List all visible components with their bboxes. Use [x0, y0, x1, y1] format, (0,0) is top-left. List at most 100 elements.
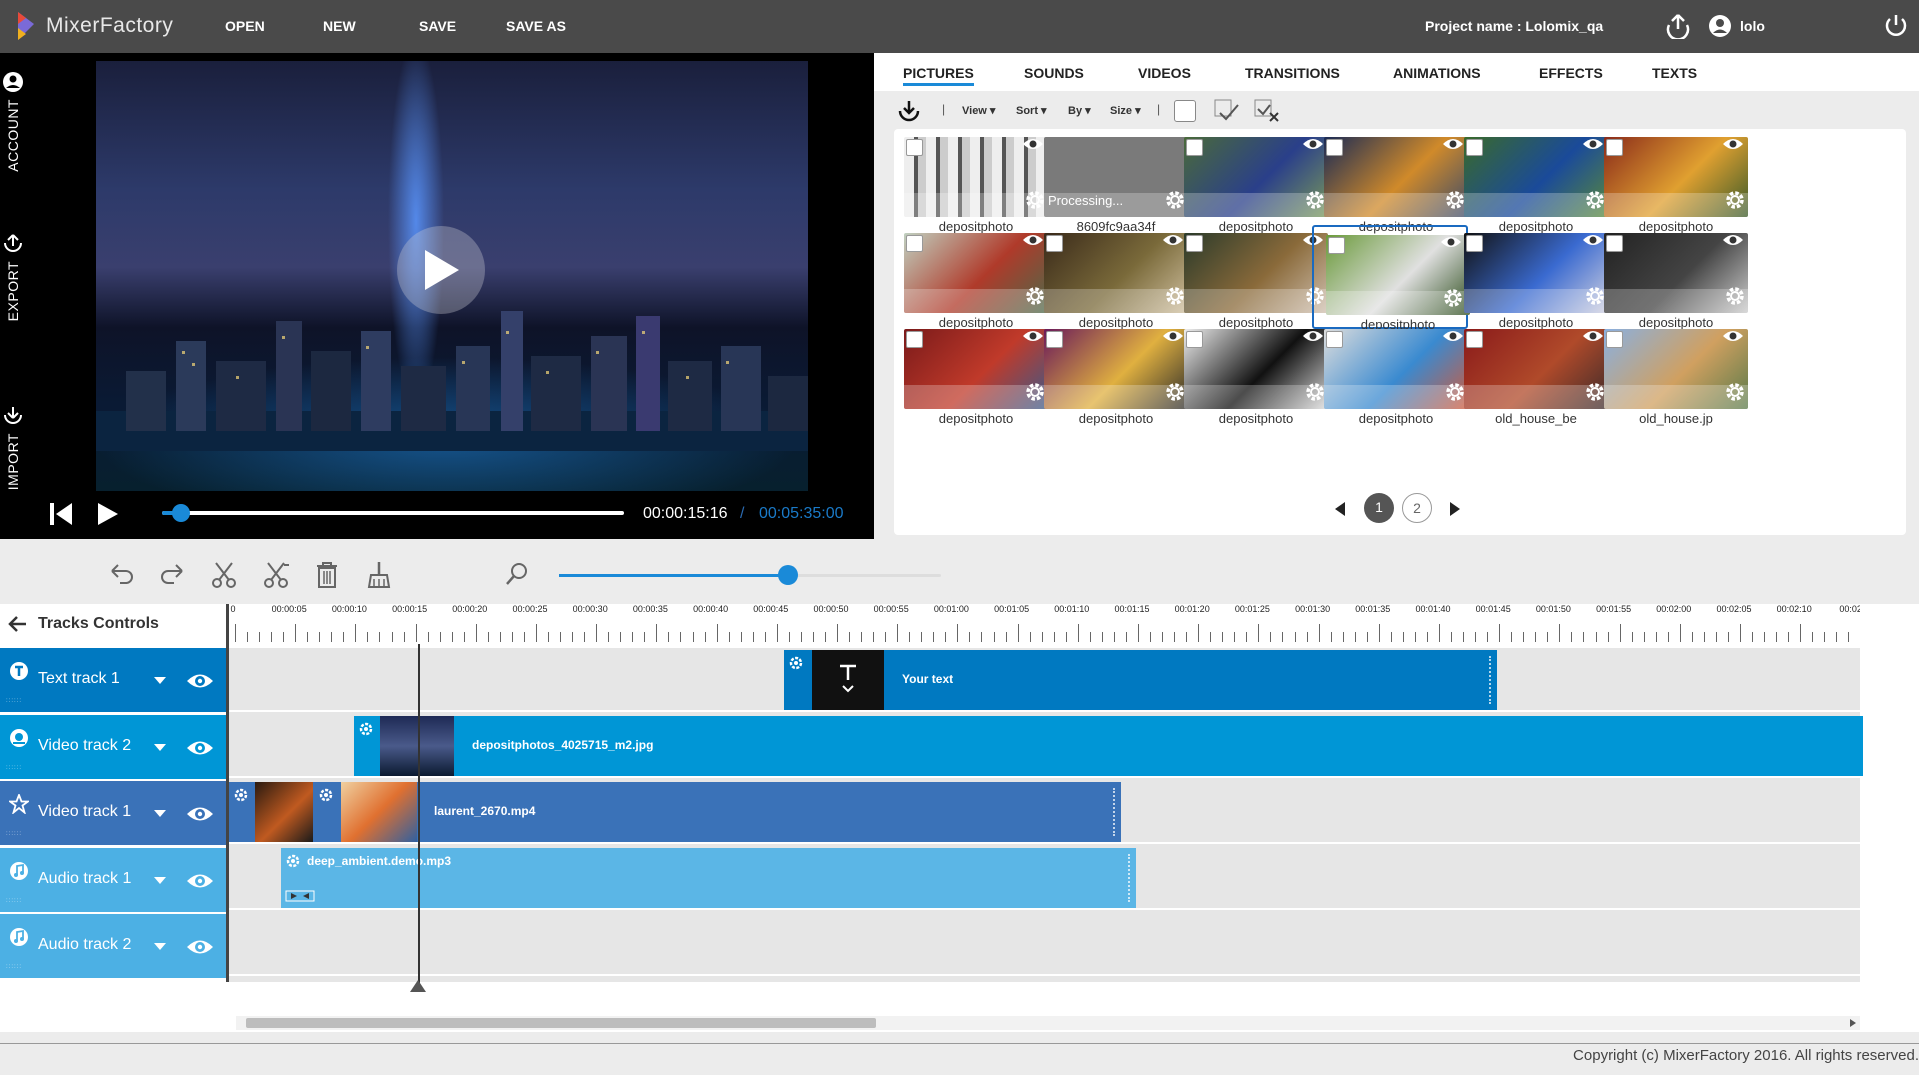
page-button[interactable]: 1 — [1364, 493, 1394, 523]
playback-progress-bar[interactable] — [162, 504, 624, 522]
playhead-handle[interactable] — [410, 980, 426, 992]
tab-texts[interactable]: TEXTS — [1652, 65, 1697, 81]
library-thumbnail[interactable]: depositphoto — [1032, 321, 1188, 426]
library-thumbnail[interactable]: depositphoto — [1592, 129, 1748, 234]
preview-eye-icon[interactable] — [1722, 233, 1744, 247]
eye-icon[interactable] — [186, 805, 214, 823]
download-icon[interactable] — [897, 99, 921, 123]
gear-icon[interactable] — [787, 654, 805, 672]
library-thumbnail[interactable]: depositphoto — [1172, 321, 1328, 426]
gear-icon[interactable] — [317, 786, 335, 804]
audio-volume-icon[interactable] — [285, 890, 315, 902]
sidebar-export[interactable]: EXPORT — [0, 233, 26, 321]
library-thumbnail[interactable]: depositphoto — [1312, 129, 1468, 234]
cut-icon[interactable] — [210, 561, 238, 589]
library-thumbnail[interactable]: depositphoto — [892, 321, 1048, 426]
library-thumbnail[interactable]: depositphoto — [1172, 225, 1328, 330]
image-clip[interactable]: depositphotos_4025715_m2.jpg — [354, 716, 1863, 776]
tab-pictures[interactable]: PICTURES — [903, 65, 974, 86]
drag-handle[interactable]: :::::: — [6, 898, 22, 904]
clip-resize-handle[interactable] — [1128, 854, 1131, 902]
uncheck-icon[interactable] — [1254, 99, 1280, 123]
zoom-search-icon[interactable] — [504, 561, 530, 587]
library-thumbnail[interactable]: depositphoto — [1592, 225, 1748, 330]
library-thumbnail[interactable]: depositphoto — [1312, 225, 1470, 332]
clear-broom-icon[interactable] — [366, 561, 392, 589]
gear-icon[interactable] — [357, 720, 375, 738]
prev-page-icon[interactable] — [1334, 501, 1346, 517]
thumbnail-checkbox[interactable] — [1606, 235, 1623, 252]
thumbnail-checkbox[interactable] — [1186, 139, 1203, 156]
thumbnail-checkbox[interactable] — [1466, 235, 1483, 252]
chevron-down-icon[interactable] — [153, 809, 167, 818]
clip-resize-handle[interactable] — [1489, 656, 1492, 704]
tracks-controls-header[interactable]: Tracks Controls — [0, 604, 226, 644]
playhead[interactable] — [418, 644, 420, 984]
gear-icon[interactable] — [1724, 381, 1746, 403]
play-icon[interactable] — [96, 501, 120, 527]
thumbnail-checkbox[interactable] — [1606, 331, 1623, 348]
track-control[interactable]: Video track 2:::::: — [0, 714, 226, 779]
gear-icon[interactable] — [1724, 189, 1746, 211]
menu-save[interactable]: SAVE — [419, 18, 456, 34]
library-thumbnail[interactable]: depositphoto — [1312, 321, 1468, 426]
gear-icon[interactable] — [284, 852, 302, 870]
upload-icon[interactable] — [1666, 13, 1690, 39]
menu-open[interactable]: OPEN — [225, 18, 265, 34]
eye-icon[interactable] — [186, 872, 214, 890]
tab-effects[interactable]: EFFECTS — [1539, 65, 1603, 81]
chevron-down-icon[interactable] — [153, 676, 167, 685]
video-clip[interactable]: laurent_2670.mp4 — [229, 782, 1121, 842]
thumbnail-checkbox[interactable] — [906, 139, 923, 156]
thumbnail-checkbox[interactable] — [1046, 331, 1063, 348]
menu-new[interactable]: NEW — [323, 18, 356, 34]
select-all-checkbox[interactable] — [1174, 100, 1196, 122]
power-icon[interactable] — [1884, 13, 1908, 39]
thumbnail-checkbox[interactable] — [1328, 237, 1345, 254]
library-thumbnail[interactable]: depositphoto — [1172, 129, 1328, 234]
split-all-icon[interactable] — [262, 561, 290, 589]
track-control[interactable]: Text track 1:::::: — [0, 648, 226, 712]
sidebar-account[interactable]: ACCOUNT — [0, 71, 26, 172]
sort-dropdown[interactable]: Sort ▾ — [1016, 104, 1047, 117]
timeline-scrollbar[interactable] — [236, 1016, 1860, 1030]
redo-icon[interactable] — [158, 561, 186, 585]
trash-icon[interactable] — [314, 561, 340, 589]
library-thumbnail[interactable]: Processing... 8609fc9aa34f — [1032, 129, 1188, 234]
play-overlay-button[interactable] — [397, 226, 485, 314]
chevron-down-icon[interactable] — [153, 942, 167, 951]
chevron-down-icon[interactable] — [153, 876, 167, 885]
tab-videos[interactable]: VIDEOS — [1138, 65, 1191, 81]
thumbnail-checkbox[interactable] — [906, 331, 923, 348]
page-button[interactable]: 2 — [1402, 493, 1432, 523]
timeline-scrollbar-thumb[interactable] — [246, 1018, 876, 1028]
thumbnail-checkbox[interactable] — [1186, 235, 1203, 252]
drag-handle[interactable]: :::::: — [6, 831, 22, 837]
thumbnail-checkbox[interactable] — [1466, 331, 1483, 348]
library-thumbnail[interactable]: old_house.jp — [1592, 321, 1748, 426]
preview-eye-icon[interactable] — [1722, 137, 1744, 151]
library-thumbnail[interactable]: depositphoto — [1032, 225, 1188, 330]
thumbnail-checkbox[interactable] — [1466, 139, 1483, 156]
drag-handle[interactable]: :::::: — [6, 698, 22, 704]
tab-sounds[interactable]: SOUNDS — [1024, 65, 1084, 81]
arrow-left-icon[interactable] — [8, 615, 28, 633]
clip-resize-handle[interactable] — [1113, 788, 1116, 836]
library-thumbnail[interactable]: depositphoto — [1452, 225, 1608, 330]
size-dropdown[interactable]: Size ▾ — [1110, 104, 1141, 117]
thumbnail-checkbox[interactable] — [1606, 139, 1623, 156]
library-thumbnail[interactable]: depositphoto — [1452, 129, 1608, 234]
thumbnail-checkbox[interactable] — [906, 235, 923, 252]
library-thumbnail[interactable]: old_house_be — [1452, 321, 1608, 426]
library-thumbnail[interactable]: depositphoto — [892, 129, 1048, 234]
thumbnail-checkbox[interactable] — [1326, 331, 1343, 348]
sidebar-import[interactable]: IMPORT — [0, 405, 26, 490]
track-control[interactable]: Audio track 1:::::: — [0, 847, 226, 912]
text-clip[interactable]: Your text — [784, 650, 1497, 710]
thumbnail-checkbox[interactable] — [1046, 235, 1063, 252]
next-page-icon[interactable] — [1449, 501, 1461, 517]
scroll-right-icon[interactable] — [1850, 1019, 1856, 1027]
drag-handle[interactable]: :::::: — [6, 765, 22, 771]
zoom-slider-knob[interactable] — [778, 565, 799, 585]
user-menu[interactable]: lolo — [1708, 14, 1765, 38]
